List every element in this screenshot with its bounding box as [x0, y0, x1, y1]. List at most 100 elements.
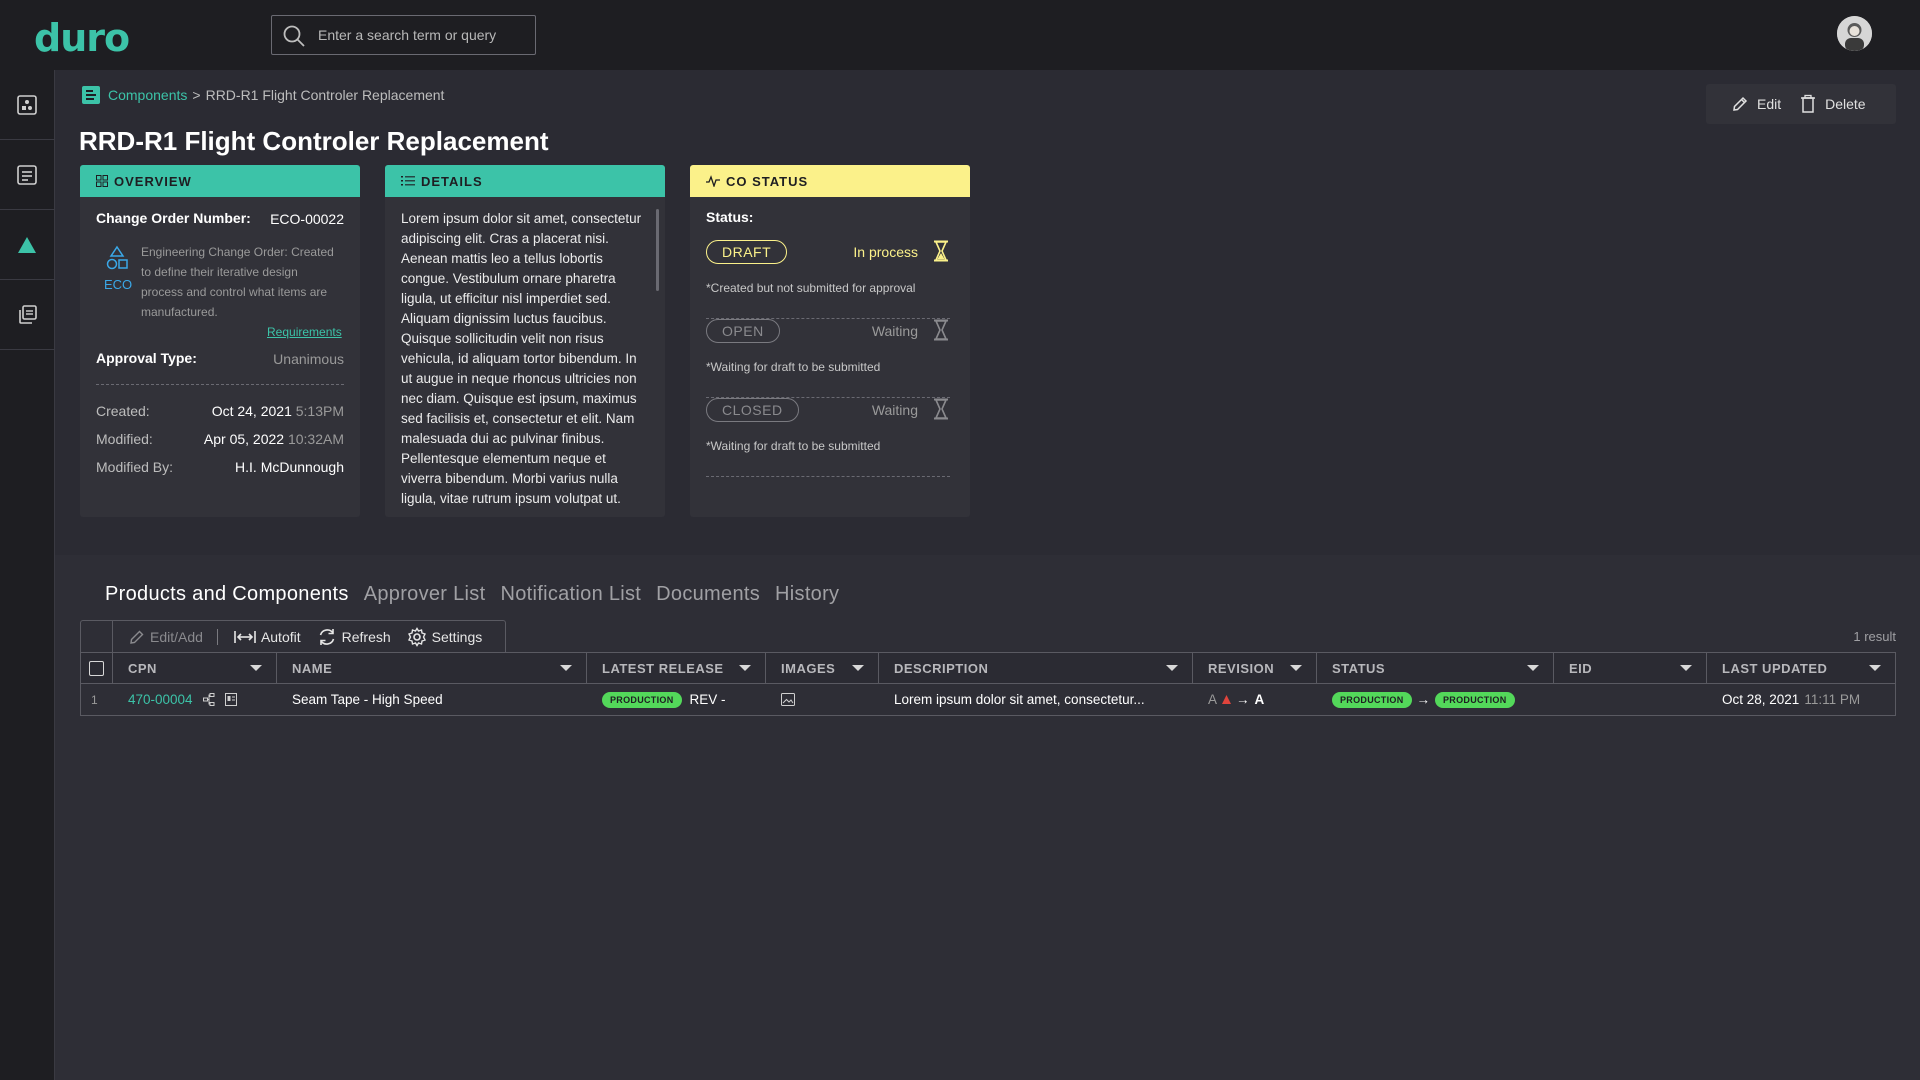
table-header: CPN NAME LATEST RELEASE IMAGES DESCRIPTI…	[81, 653, 1895, 684]
requirements-link[interactable]: Requirements	[267, 325, 342, 339]
tab-notification-list[interactable]: Notification List	[500, 583, 641, 606]
sort-caret-icon[interactable]	[1166, 665, 1178, 671]
last-updated-time: 11:11 PM	[1804, 692, 1861, 707]
sidebar	[0, 70, 55, 1080]
tab-documents[interactable]: Documents	[656, 583, 760, 606]
sort-caret-icon[interactable]	[1869, 665, 1881, 671]
pencil-icon	[130, 630, 144, 644]
modified-by-row: Modified By: H.I. McDunnough	[96, 459, 344, 475]
duro-logo[interactable]: duro	[34, 16, 130, 60]
details-scrollbar[interactable]	[656, 209, 659, 291]
column-header-latest-release[interactable]: LATEST RELEASE	[587, 653, 766, 683]
overview-card: OVERVIEW Change Order Number: ECO-00022 …	[80, 165, 360, 517]
modified-row: Modified: Apr 05, 2022 10:32AM	[96, 431, 344, 447]
tab-approver-list[interactable]: Approver List	[364, 583, 486, 606]
refresh-button[interactable]: Refresh	[317, 627, 391, 647]
assembly-tree-icon[interactable]	[202, 693, 215, 706]
latest-release-rev: REV -	[689, 692, 726, 707]
trash-icon	[1801, 94, 1816, 113]
settings-button[interactable]: Settings	[407, 626, 482, 647]
created-date: Oct 24, 2021	[211, 403, 292, 419]
column-header-revision[interactable]: REVISION	[1193, 653, 1317, 683]
column-header-status[interactable]: STATUS	[1317, 653, 1554, 683]
revision-from: A	[1208, 692, 1218, 707]
status-badge: PRODUCTION	[1332, 691, 1412, 708]
sort-caret-icon[interactable]	[1680, 665, 1692, 671]
column-header-last-updated[interactable]: LAST UPDATED	[1707, 653, 1895, 683]
autofit-button[interactable]: Autofit	[234, 629, 301, 645]
column-header-name[interactable]: NAME	[277, 653, 587, 683]
sidebar-item-library[interactable]	[0, 280, 54, 350]
sort-caret-icon[interactable]	[852, 665, 864, 671]
column-header-cpn[interactable]: CPN	[113, 653, 277, 683]
page-title: RRD-R1 Flight Controler Replacement	[79, 126, 549, 156]
modified-by-label: Modified By:	[96, 459, 174, 475]
approval-type-row: Approval Type: Unanimous	[96, 350, 344, 367]
delete-button[interactable]: Delete	[1799, 94, 1866, 114]
description-cell: Lorem ipsum dolor sit amet, consectetur.…	[894, 692, 1145, 707]
status-stage-closed: CLOSED Waiting *Waiting for draft to be …	[706, 398, 950, 477]
tab-products-and-components[interactable]: Products and Components	[105, 583, 349, 606]
eid-cell	[1554, 684, 1707, 715]
status-badge: PRODUCTION	[602, 691, 682, 708]
co-status-header: CO STATUS	[690, 165, 970, 197]
search-input[interactable]	[318, 24, 528, 46]
revision-cell: A → A	[1193, 684, 1317, 715]
revision-to: A	[1254, 692, 1265, 707]
sort-caret-icon[interactable]	[739, 665, 751, 671]
gear-icon	[407, 626, 426, 647]
sidebar-item-dashboard[interactable]	[0, 70, 54, 140]
cpn-cell: 470-00004	[113, 684, 277, 715]
breadcrumb-current: RRD-R1 Flight Controler Replacement	[205, 87, 445, 103]
status-arrow-icon: →	[1416, 692, 1431, 707]
edit-add-button[interactable]: Edit/Add	[129, 629, 203, 645]
status-label: Status:	[706, 209, 754, 225]
dashboard-icon	[17, 94, 37, 115]
sort-caret-icon[interactable]	[1290, 665, 1302, 671]
breadcrumb-components-link[interactable]: Components	[108, 87, 187, 103]
overview-title: OVERVIEW	[114, 173, 192, 189]
table-row[interactable]: 1 470-00004 Seam Tape - High Speed PRODU…	[81, 684, 1895, 715]
autofit-icon	[234, 630, 256, 643]
modified-by-value: H.I. McDunnough	[235, 459, 344, 475]
status-cell: PRODUCTION → PRODUCTION	[1317, 684, 1554, 715]
column-header-images[interactable]: IMAGES	[766, 653, 879, 683]
select-all-cell	[81, 653, 113, 683]
created-row: Created: Oct 24, 2021 5:13PM	[96, 403, 344, 419]
latest-release-cell: PRODUCTION REV -	[587, 684, 766, 715]
image-icon[interactable]	[781, 693, 795, 706]
sidebar-item-components[interactable]	[0, 140, 54, 210]
sort-caret-icon[interactable]	[1527, 665, 1539, 671]
co-number-row: Change Order Number: ECO-00022	[96, 210, 344, 227]
eco-shapes-icon	[106, 245, 128, 270]
open-note: *Waiting for draft to be submitted	[706, 360, 881, 374]
details-header: DETAILS	[385, 165, 665, 197]
sort-caret-icon[interactable]	[250, 665, 262, 671]
toolbar-spacer	[81, 621, 113, 652]
column-header-description[interactable]: DESCRIPTION	[879, 653, 1193, 683]
search-box[interactable]	[271, 15, 536, 55]
row-index: 1	[91, 692, 98, 707]
open-pill: OPEN	[706, 319, 780, 343]
details-card: DETAILS Lorem ipsum dolor sit amet, cons…	[385, 165, 665, 517]
sort-caret-icon[interactable]	[560, 665, 572, 671]
components-table: CPN NAME LATEST RELEASE IMAGES DESCRIPTI…	[80, 652, 1896, 716]
breadcrumb: Components > RRD-R1 Flight Controler Rep…	[82, 86, 444, 104]
autofit-label: Autofit	[260, 628, 301, 645]
details-text: Lorem ipsum dolor sit amet, consectetur …	[401, 211, 642, 506]
copy-stack-icon	[19, 304, 37, 324]
document-view-icon[interactable]	[224, 693, 237, 706]
component-list-icon	[82, 86, 100, 104]
created-time: 5:13PM	[295, 403, 344, 419]
last-updated-date: Oct 28, 2021	[1722, 692, 1800, 707]
edit-button[interactable]: Edit	[1731, 95, 1781, 113]
open-state: Waiting	[871, 323, 918, 339]
column-header-eid[interactable]: EID	[1554, 653, 1707, 683]
sidebar-item-change-orders[interactable]	[0, 210, 54, 280]
select-all-checkbox[interactable]	[89, 660, 104, 676]
tab-history[interactable]: History	[775, 583, 839, 606]
cpn-link[interactable]: 470-00004	[128, 692, 193, 707]
user-avatar[interactable]	[1837, 16, 1872, 51]
draft-pill: DRAFT	[706, 240, 788, 264]
list-icon	[401, 176, 415, 186]
